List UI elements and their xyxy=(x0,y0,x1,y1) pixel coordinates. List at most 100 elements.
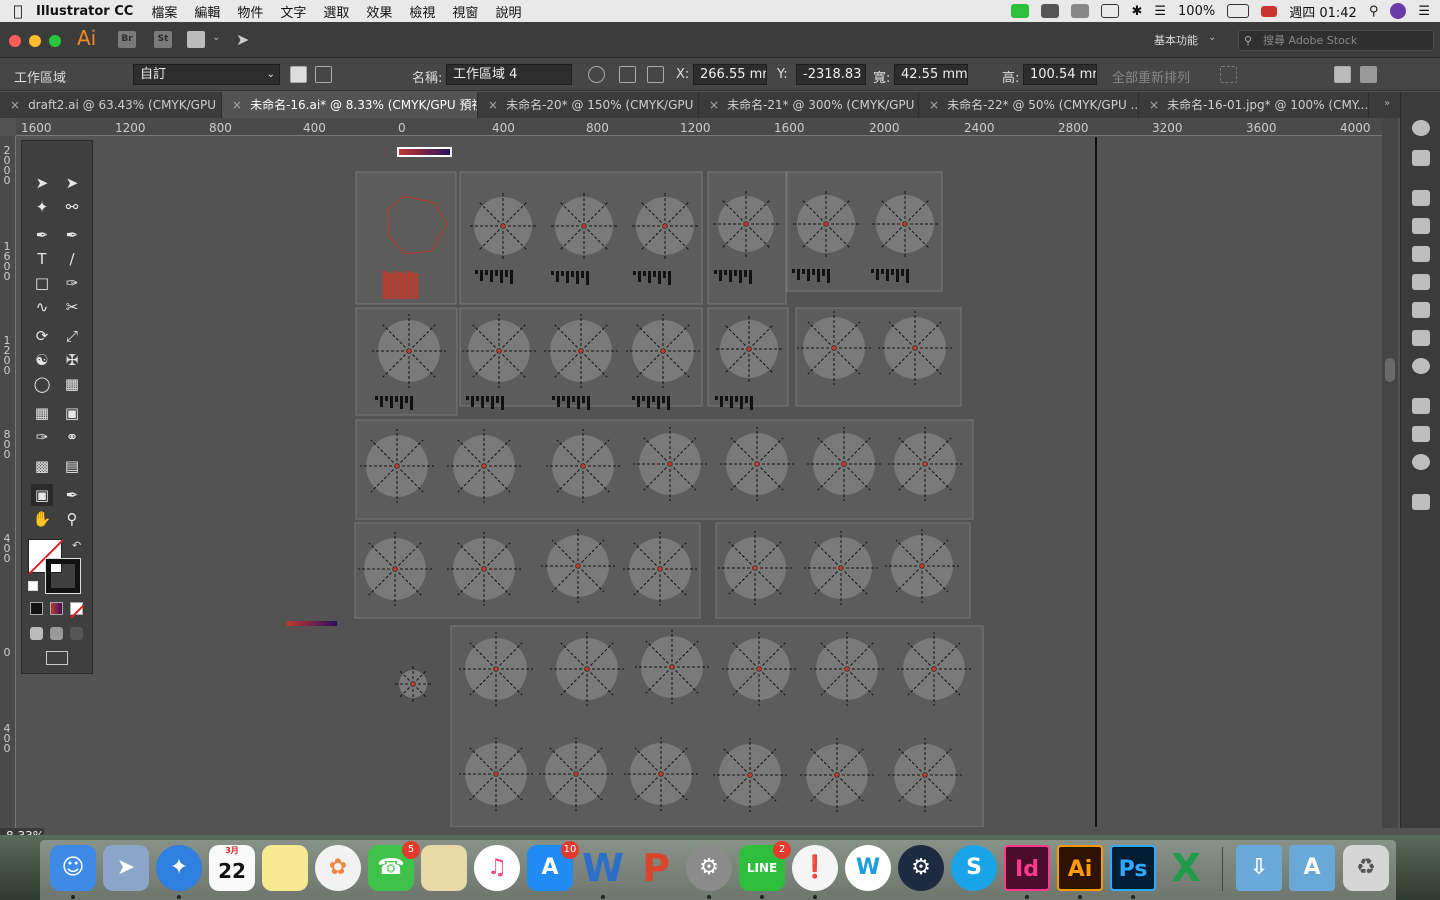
system-preferences-icon[interactable]: ⚙ xyxy=(686,845,732,891)
indesign-icon[interactable]: Id xyxy=(1004,845,1050,891)
screen-mode-icon[interactable] xyxy=(46,651,68,665)
lasso-tool-icon[interactable]: ⚯ xyxy=(61,196,83,218)
shape-builder-tool-icon[interactable]: ◯ xyxy=(31,373,53,395)
pen-tool-icon[interactable]: ✒ xyxy=(31,224,53,246)
app-store-icon[interactable]: A 10 xyxy=(527,841,579,891)
workspace-switcher[interactable]: 基本功能 xyxy=(1154,32,1198,48)
vertical-scrollbar[interactable] xyxy=(1382,118,1398,828)
transparency-icon[interactable] xyxy=(1412,358,1430,374)
menu-object[interactable]: 物件 xyxy=(237,2,263,21)
selection-tool-icon[interactable]: ➤ xyxy=(31,172,53,194)
doc-tab[interactable]: × 未命名-21* @ 300% (CMYK/GPU ... xyxy=(699,92,919,118)
layers-icon[interactable] xyxy=(1412,426,1430,442)
workspace-chevron-icon[interactable]: ⌄ xyxy=(1208,32,1216,43)
artboard-name-input[interactable]: 工作區域 4 xyxy=(446,64,572,85)
siri-icon[interactable] xyxy=(1390,3,1407,19)
close-icon[interactable]: × xyxy=(1149,98,1159,112)
facetime-icon[interactable]: ☎ 5 xyxy=(368,841,420,891)
zoom-tool-icon[interactable]: ⚲ xyxy=(61,508,83,530)
eyedropper-tool-icon[interactable]: ✑ xyxy=(31,426,53,448)
swatches-icon[interactable] xyxy=(1412,190,1430,206)
menu-file[interactable]: 檔案 xyxy=(151,2,177,21)
menu-window[interactable]: 視窗 xyxy=(452,2,478,21)
blend-tool-icon[interactable]: ⚭ xyxy=(61,426,83,448)
arrange-documents-icon[interactable] xyxy=(187,31,205,48)
symbol-sprayer-tool-icon[interactable]: ▩ xyxy=(31,455,53,477)
move-with-artboard-icon[interactable] xyxy=(588,66,605,83)
skype-icon[interactable]: S xyxy=(951,845,997,891)
line-tool-icon[interactable]: ∕ xyxy=(61,248,83,270)
rocket-icon[interactable]: ➤ xyxy=(236,30,249,49)
scale-tool-icon[interactable]: ⤢ xyxy=(61,325,83,347)
artboard-tool-icon[interactable]: ▣ xyxy=(31,484,53,506)
illustrator-icon[interactable]: Ai xyxy=(1057,845,1103,891)
transform-icon[interactable] xyxy=(1360,66,1377,83)
menu-edit[interactable]: 編輯 xyxy=(194,2,220,21)
close-icon[interactable]: × xyxy=(709,98,719,112)
more-tabs-icon[interactable]: » xyxy=(1384,98,1390,109)
spotlight-icon[interactable]: ⚲ xyxy=(1369,4,1379,19)
calendar-icon[interactable]: 3月 22 xyxy=(209,845,255,891)
notification-center-icon[interactable]: ☰ xyxy=(1418,4,1430,19)
warp-tool-icon[interactable]: ☯ xyxy=(31,349,53,371)
preset-select[interactable]: 自訂 ⌄ xyxy=(133,64,280,85)
close-window-button[interactable] xyxy=(9,35,21,47)
curvature-tool-icon[interactable]: ✒ xyxy=(61,224,83,246)
graphic-styles-icon[interactable] xyxy=(1412,274,1430,290)
menu-view[interactable]: 檢視 xyxy=(409,2,435,21)
color-mode-icon[interactable] xyxy=(30,602,43,615)
scroll-thumb[interactable] xyxy=(1385,358,1395,382)
direct-selection-tool-icon[interactable]: ➤ xyxy=(61,172,83,194)
new-artboard-icon[interactable] xyxy=(346,66,363,83)
menu-effect[interactable]: 效果 xyxy=(366,2,392,21)
document-canvas[interactable] xyxy=(17,137,1383,827)
trash-icon[interactable]: ♻ xyxy=(1343,845,1389,891)
line-status-icon[interactable] xyxy=(1011,4,1030,18)
brushes-icon[interactable] xyxy=(1412,218,1430,234)
downloads-folder-icon[interactable]: ⇩ xyxy=(1236,845,1282,891)
draw-inside-icon[interactable] xyxy=(70,627,83,640)
display-icon[interactable] xyxy=(1101,4,1120,18)
x-input[interactable]: 266.55 mr xyxy=(693,64,767,85)
close-icon[interactable]: × xyxy=(232,98,242,112)
stock-search-input[interactable]: ⚲ 搜尋 Adobe Stock xyxy=(1238,30,1434,51)
stroke-swatch[interactable] xyxy=(45,558,81,594)
horizontal-ruler[interactable]: 1600 1200 800 400 0 400 800 1200 1600 20… xyxy=(16,118,1382,136)
wunderlist-icon[interactable]: W xyxy=(845,845,891,891)
minimize-window-button[interactable] xyxy=(29,35,41,47)
battery-icon[interactable] xyxy=(1227,4,1250,18)
photos-icon[interactable]: ✿ xyxy=(315,845,361,891)
hand-tool-icon[interactable]: ✋ xyxy=(31,508,53,530)
draw-normal-icon[interactable] xyxy=(30,627,43,640)
clock[interactable]: 週四 01:42 xyxy=(1289,2,1357,21)
swap-colors-icon[interactable]: ↶ xyxy=(72,539,81,552)
doc-tab-active[interactable]: × 未命名-16.ai* @ 8.33% (CMYK/GPU 預視) xyxy=(222,92,478,118)
zoom-window-button[interactable] xyxy=(49,35,61,47)
shaper-tool-icon[interactable]: ∿ xyxy=(31,296,53,318)
default-colors-icon[interactable] xyxy=(28,581,38,591)
rearrange-all-button[interactable]: 全部重新排列 xyxy=(1112,67,1190,86)
chevron-down-icon[interactable]: ⌄ xyxy=(212,32,220,43)
bridge-button[interactable]: Br xyxy=(118,31,136,48)
doc-tab[interactable]: × 未命名-20* @ 150% (CMYK/GPU ... xyxy=(478,92,699,118)
link-proportions-icon[interactable] xyxy=(976,66,993,83)
artboard-options-icon[interactable] xyxy=(619,66,636,83)
notes-icon[interactable] xyxy=(262,845,308,891)
launchpad-icon[interactable]: ➤ xyxy=(103,845,149,891)
excel-icon[interactable]: X xyxy=(1163,845,1209,891)
graph-tool-icon[interactable]: ▤ xyxy=(61,455,83,477)
rectangle-tool-icon[interactable]: □ xyxy=(31,272,53,294)
creative-cloud-icon[interactable] xyxy=(1071,4,1090,18)
powerpoint-icon[interactable]: P xyxy=(633,845,679,891)
type-tool-icon[interactable]: T xyxy=(31,248,53,270)
doc-tab[interactable]: × 未命名-22* @ 50% (CMYK/GPU ... xyxy=(919,92,1139,118)
artboards-icon[interactable] xyxy=(1412,494,1430,510)
close-icon[interactable]: × xyxy=(488,98,498,112)
gradient-mode-icon[interactable] xyxy=(50,602,63,615)
height-input[interactable]: 100.54 mr xyxy=(1023,64,1097,85)
align-icon[interactable] xyxy=(1334,66,1351,83)
vertical-ruler[interactable]: 2000 1600 1200 800 400 0 400 xyxy=(0,136,16,828)
doc-tab[interactable]: × draft2.ai @ 63.43% (CMYK/GPU ... xyxy=(0,92,222,118)
rotate-tool-icon[interactable]: ⟳ xyxy=(31,325,53,347)
puppet-warp-tool-icon[interactable]: ✠ xyxy=(61,349,83,371)
